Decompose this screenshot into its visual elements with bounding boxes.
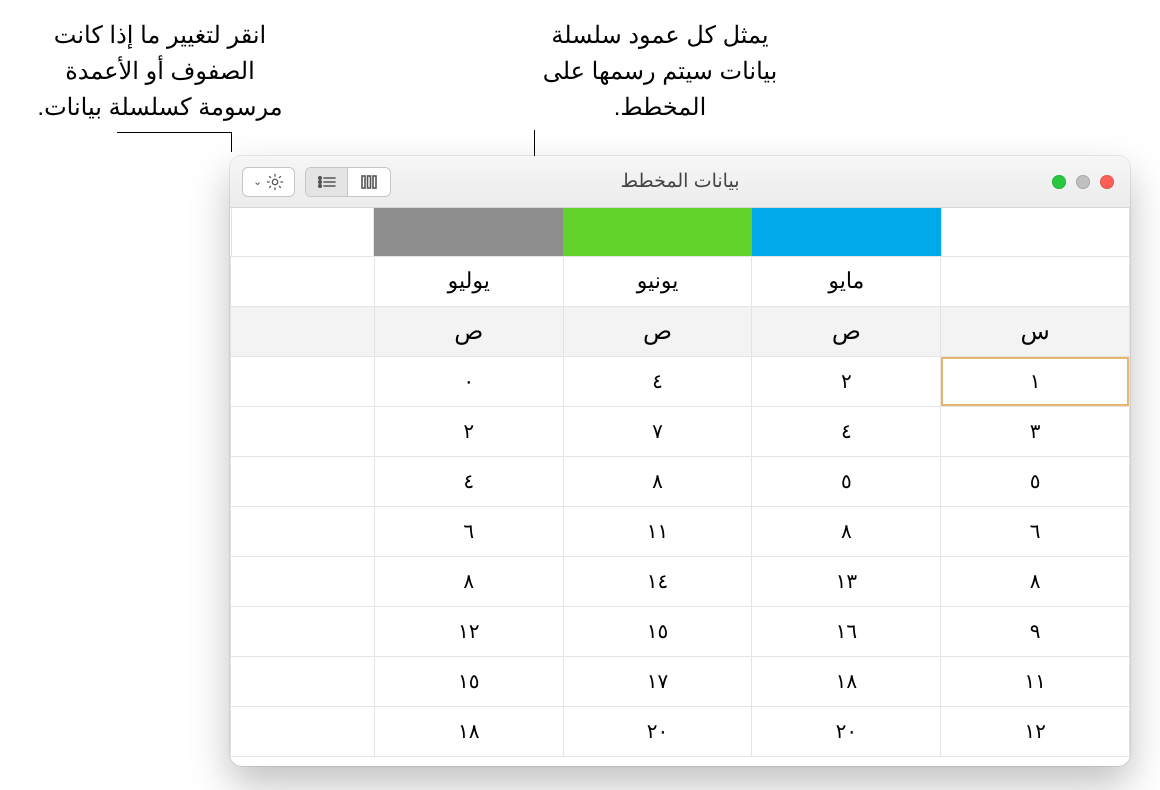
cell[interactable]: ١٣ [752,556,941,606]
leader-line [117,132,232,133]
callout-row-column-toggle: انقر لتغيير ما إذا كانت الصفوف أو الأعمد… [30,18,290,126]
toolbar: ⌄ [242,156,391,207]
cell[interactable]: ١٨ [752,656,941,706]
series-swatch-may[interactable] [752,208,941,256]
cell-x[interactable]: ٣ [941,406,1130,456]
chevron-down-icon: ⌄ [253,175,262,188]
callout-series-column: يمثل كل عمود سلسلة بيانات سيتم رسمها على… [530,18,790,126]
cell-empty[interactable] [231,556,375,606]
series-swatch-july[interactable] [374,208,563,256]
cell-empty[interactable] [231,606,375,656]
cell[interactable]: ١٢ [374,606,563,656]
table-row: ٦ ٨ ١١ ٦ [231,506,1130,556]
cell-empty[interactable] [231,706,375,756]
series-header-june[interactable]: يونيو [563,256,752,306]
leader-line [231,132,232,152]
series-orientation-segmented [305,167,391,197]
cell-empty[interactable] [231,356,375,406]
cell[interactable]: ٠ [374,356,563,406]
cell[interactable]: ١١ [563,506,752,556]
data-table: مايو يونيو يوليو س ص ص ص ١ ٢ ٤ ٠ ٣ ٤ ٧ ٢ [230,208,1130,757]
plot-rows-button[interactable] [306,168,348,196]
cell-x[interactable]: ٥ [941,456,1130,506]
cell[interactable]: ٥ [752,456,941,506]
cell[interactable]: ٦ [374,506,563,556]
table-row: ١١ ١٨ ١٧ ١٥ [231,656,1130,706]
table-row: ٨ ١٣ ١٤ ٨ [231,556,1130,606]
close-button[interactable] [1100,175,1114,189]
cell[interactable]: ٨ [752,506,941,556]
titlebar: بيانات المخطط ⌄ [230,156,1130,208]
cell-empty[interactable] [231,456,375,506]
cell-x[interactable]: ١١ [941,656,1130,706]
table-row: ٩ ١٦ ١٥ ١٢ [231,606,1130,656]
cell[interactable]: ٤ [563,356,752,406]
cell-x[interactable]: ١٢ [941,706,1130,756]
cell[interactable]: ٢٠ [563,706,752,756]
cell-empty[interactable] [231,406,375,456]
cell[interactable]: ٤ [374,456,563,506]
cell-empty[interactable] [231,506,375,556]
table-row: ١ ٢ ٤ ٠ [231,356,1130,406]
rows-icon [316,174,338,190]
cell[interactable]: ٨ [563,456,752,506]
axis-label-y: ص [563,306,752,356]
maximize-button[interactable] [1052,175,1066,189]
series-header-may[interactable]: مايو [752,256,941,306]
series-color-row [231,208,1130,256]
settings-menu-button[interactable]: ⌄ [242,167,295,197]
plot-columns-button[interactable] [348,168,390,196]
cell[interactable]: ٢٠ [752,706,941,756]
cell[interactable]: ١٤ [563,556,752,606]
columns-icon [359,174,379,190]
table-row: ٥ ٥ ٨ ٤ [231,456,1130,506]
cell-x[interactable]: ٩ [941,606,1130,656]
cell[interactable]: ٢ [752,356,941,406]
minimize-button[interactable] [1076,175,1090,189]
cell[interactable]: ٢ [374,406,563,456]
cell-x[interactable]: ٦ [941,506,1130,556]
chart-data-editor-window: بيانات المخطط ⌄ [230,156,1130,766]
cell[interactable]: ١٥ [374,656,563,706]
axis-label-x: س [941,306,1130,356]
cell[interactable]: ٤ [752,406,941,456]
series-swatch-june[interactable] [563,208,752,256]
cell-empty[interactable] [231,656,375,706]
cell[interactable]: ٧ [563,406,752,456]
gear-icon [266,173,284,191]
series-header-july[interactable]: يوليو [374,256,563,306]
table-row: ٣ ٤ ٧ ٢ [231,406,1130,456]
axis-cell-empty [231,306,375,356]
header-cell-empty [231,256,375,306]
axis-label-row: س ص ص ص [231,306,1130,356]
swatch-empty [231,208,375,256]
table-row: ١٢ ٢٠ ٢٠ ١٨ [231,706,1130,756]
cell[interactable]: ٨ [374,556,563,606]
cell[interactable]: ١٦ [752,606,941,656]
window-title: بيانات المخطط [621,170,740,193]
cell-x[interactable]: ١ [941,356,1130,406]
header-cell-empty [941,256,1130,306]
cell-x[interactable]: ٨ [941,556,1130,606]
axis-label-y: ص [752,306,941,356]
cell[interactable]: ١٨ [374,706,563,756]
series-header-row: مايو يونيو يوليو [231,256,1130,306]
cell[interactable]: ١٧ [563,656,752,706]
window-controls [1052,156,1114,207]
swatch-empty [941,208,1130,256]
axis-label-y: ص [374,306,563,356]
cell[interactable]: ١٥ [563,606,752,656]
